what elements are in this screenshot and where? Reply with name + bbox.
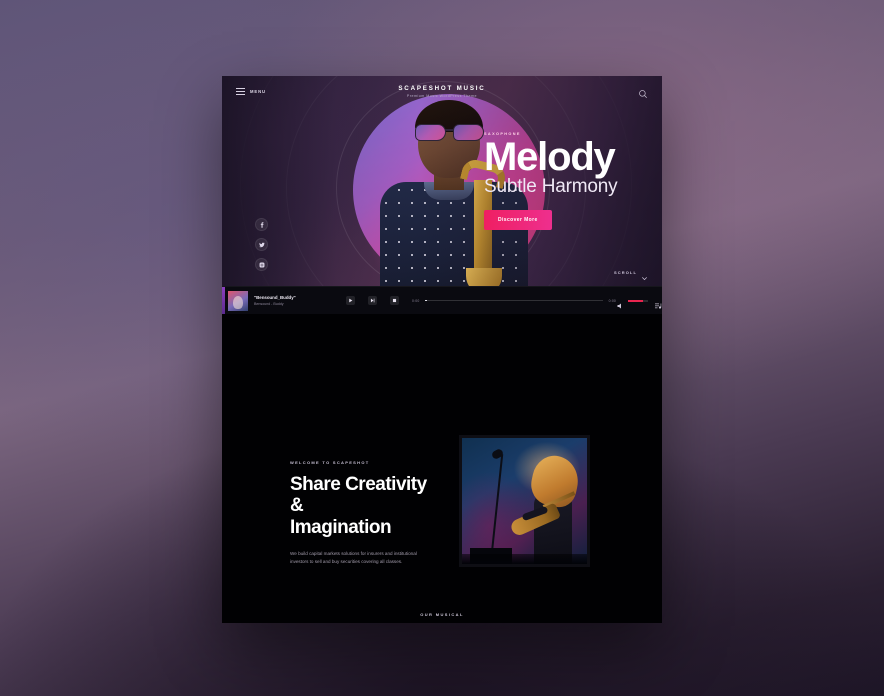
- play-icon: [349, 298, 353, 303]
- stop-icon: [392, 298, 397, 303]
- programs-section: OUR MUSICAL Programs: [222, 604, 662, 623]
- social-link-facebook[interactable]: [255, 218, 268, 231]
- facebook-icon: [260, 221, 263, 228]
- stop-button[interactable]: [390, 296, 399, 305]
- about-heading-line2: Imagination: [290, 516, 392, 538]
- about-photo-guitarist: [459, 435, 590, 567]
- hero-subtitle: Subtle Harmony: [484, 176, 618, 198]
- player-accent-bar: [222, 286, 225, 315]
- social-link-instagram[interactable]: [255, 258, 268, 271]
- website-preview: MENU SCAPESHOT MUSIC Premium Music WordP…: [222, 76, 662, 623]
- player-current-time: 0:00: [412, 298, 420, 303]
- scroll-indicator[interactable]: SCROLL: [613, 269, 648, 281]
- hero-section: MENU SCAPESHOT MUSIC Premium Music WordP…: [222, 76, 662, 286]
- hero-copy: SAXOPHONE Melody Subtle Harmony Discover…: [484, 132, 654, 231]
- brand-subtitle: Premium Music WordPress Theme: [406, 93, 478, 98]
- about-kicker: WELCOME TO SCAPESHOT: [290, 460, 370, 465]
- player-track-title: "Bensound_Buddy": [254, 295, 296, 300]
- site-brand[interactable]: SCAPESHOT MUSIC Premium Music WordPress …: [246, 85, 638, 98]
- hamburger-icon: [236, 87, 245, 95]
- twitter-icon: [258, 242, 265, 247]
- playlist-icon[interactable]: [654, 297, 662, 309]
- player-volume-slider[interactable]: [628, 299, 648, 302]
- player-progress-bar[interactable]: [425, 300, 603, 301]
- about-section: WELCOME TO SCAPESHOT Share Creativity & …: [222, 314, 662, 604]
- discover-more-button[interactable]: Discover More: [484, 210, 552, 231]
- scroll-label: SCROLL: [613, 270, 637, 275]
- player-album-art: [228, 290, 248, 311]
- chevron-down-icon: [641, 269, 648, 281]
- player-track-artist: Bensound - Buddy: [254, 302, 284, 306]
- player-track-meta: "Bensound_Buddy" Bensound - Buddy: [254, 295, 346, 306]
- instagram-icon: [259, 262, 264, 267]
- about-body-text: We build capital markets solutions for i…: [290, 550, 417, 565]
- audio-player: "Bensound_Buddy" Bensound - Buddy 0:00 0…: [222, 286, 662, 315]
- social-link-twitter[interactable]: [255, 238, 268, 251]
- search-icon[interactable]: [638, 86, 648, 99]
- programs-kicker: OUR MUSICAL: [420, 612, 464, 617]
- about-heading: Share Creativity & Imagination: [290, 474, 440, 538]
- hero-title: Melody: [484, 135, 616, 179]
- about-heading-line1: Share Creativity &: [290, 474, 427, 517]
- next-button[interactable]: [368, 296, 377, 305]
- social-links: [255, 218, 268, 278]
- play-button[interactable]: [346, 296, 355, 305]
- brand-title: SCAPESHOT MUSIC: [398, 84, 486, 92]
- about-copy: WELCOME TO SCAPESHOT Share Creativity & …: [290, 460, 440, 567]
- next-icon: [370, 298, 375, 303]
- site-header: MENU SCAPESHOT MUSIC Premium Music WordP…: [222, 76, 662, 106]
- speaker-icon[interactable]: [616, 297, 624, 308]
- player-total-time: 0:00: [608, 298, 616, 303]
